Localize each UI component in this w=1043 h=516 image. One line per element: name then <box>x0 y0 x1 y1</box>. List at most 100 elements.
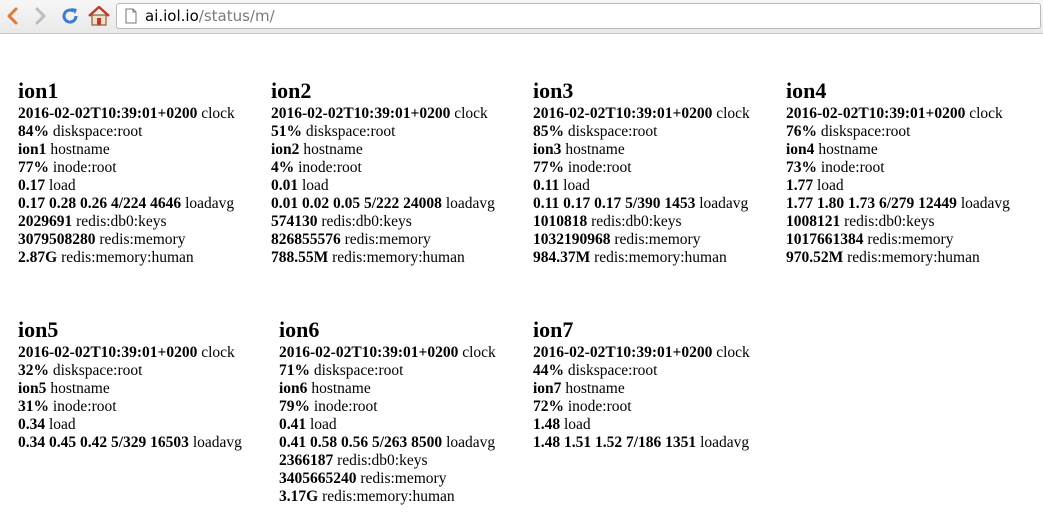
metric-value: 2366187 <box>279 452 334 469</box>
metric-value: ion7 <box>533 380 562 397</box>
metric-row: 0.17 0.28 0.26 4/224 4646 loadavg <box>18 195 235 213</box>
metric-value: 2016-02-02T10:39:01+0200 <box>533 344 713 361</box>
back-button[interactable] <box>0 4 24 28</box>
metric-row: 85% diskspace:root <box>533 123 750 141</box>
metric-label: redis:memory:human <box>61 249 194 266</box>
metric-label: redis:memory <box>614 231 701 248</box>
host-block-ion6: ion6 2016-02-02T10:39:01+0200 clock 71% di… <box>279 318 496 506</box>
metric-row: 970.52M redis:memory:human <box>786 249 1010 267</box>
metric-label: clock <box>716 344 750 361</box>
metric-value: ion1 <box>18 141 47 158</box>
metric-label: hostname <box>565 380 625 397</box>
metric-label: redis:memory <box>360 470 447 487</box>
page-icon <box>125 8 137 24</box>
metric-value: 71% <box>279 362 310 379</box>
metric-row: 788.55M redis:memory:human <box>271 249 495 267</box>
metric-value: 1.77 1.80 1.73 6/279 12449 <box>786 195 957 212</box>
address-bar[interactable]: ai.iol.io/status/m/ <box>116 3 1041 29</box>
metric-label: clock <box>201 344 235 361</box>
metric-value: 85% <box>533 123 564 140</box>
host-block-ion2: ion2 2016-02-02T10:39:01+0200 clock 51% di… <box>271 79 495 267</box>
metric-label: redis:memory <box>867 231 954 248</box>
metric-value: 1017661384 <box>786 231 864 248</box>
metric-value: 76% <box>786 123 817 140</box>
metric-label: loadavg <box>960 195 1010 212</box>
metric-value: 2016-02-02T10:39:01+0200 <box>279 344 459 361</box>
metric-label: clock <box>716 105 750 122</box>
metric-row: 1.48 1.51 1.52 7/186 1351 loadavg <box>533 434 750 452</box>
metric-label: hostname <box>311 380 371 397</box>
metric-label: inode:root <box>298 159 362 176</box>
metric-row: 0.41 load <box>279 416 496 434</box>
metric-label: redis:memory:human <box>322 488 455 505</box>
metric-row: 3.17G redis:memory:human <box>279 488 496 506</box>
metric-row: 77% inode:root <box>18 159 235 177</box>
metric-label: inode:root <box>820 159 885 176</box>
metric-value: 0.17 <box>18 177 46 194</box>
metric-value: 0.17 0.28 0.26 4/224 4646 <box>18 195 182 212</box>
metric-value: 826855576 <box>271 231 341 248</box>
host-block-ion5: ion5 2016-02-02T10:39:01+0200 clock 32% di… <box>18 318 242 452</box>
metric-value: 1010818 <box>533 213 588 230</box>
url-host: ai.iol.io <box>145 7 199 25</box>
metric-value: 4% <box>271 159 295 176</box>
metric-value: 1.48 1.51 1.52 7/186 1351 <box>533 434 697 451</box>
metric-value: 2016-02-02T10:39:01+0200 <box>271 105 451 122</box>
metric-value: 2.87G <box>18 249 58 266</box>
metric-row: 0.34 load <box>18 416 242 434</box>
metric-value: 0.34 0.45 0.42 5/329 16503 <box>18 434 189 451</box>
back-arrow-icon <box>7 7 18 25</box>
metric-value: 984.37M <box>533 249 591 266</box>
metric-value: 77% <box>18 159 49 176</box>
metric-label: diskspace:root <box>820 123 911 140</box>
host-title: ion4 <box>786 78 827 103</box>
metric-value: 3405665240 <box>279 470 357 487</box>
metric-label: redis:memory:human <box>847 249 980 266</box>
metric-value: 0.11 0.17 0.17 5/390 1453 <box>533 195 696 212</box>
url-path: /status/m/ <box>198 7 275 25</box>
metric-value: ion5 <box>18 380 47 397</box>
metric-value: 2029691 <box>18 213 73 230</box>
metric-row: 1008121 redis:db0:keys <box>786 213 1010 231</box>
metric-value: ion2 <box>271 141 300 158</box>
metric-row: 2.87G redis:memory:human <box>18 249 235 267</box>
metric-value: 51% <box>271 123 302 140</box>
host-title: ion1 <box>18 78 59 103</box>
metric-label: clock <box>454 105 488 122</box>
metric-label: loadavg <box>445 195 495 212</box>
metric-row: 1.77 1.80 1.73 6/279 12449 loadavg <box>786 195 1010 213</box>
reload-button[interactable] <box>58 4 82 28</box>
metric-value: 1.48 <box>533 416 561 433</box>
metric-value: 2016-02-02T10:39:01+0200 <box>786 105 966 122</box>
metric-row: 72% inode:root <box>533 398 750 416</box>
metric-row: 1.48 load <box>533 416 750 434</box>
metric-label: redis:db0:keys <box>321 213 412 230</box>
metric-label: diskspace:root <box>52 123 143 140</box>
metric-row: 1017661384 redis:memory <box>786 231 1010 249</box>
metric-row: 44% diskspace:root <box>533 362 750 380</box>
metric-value: 0.01 <box>271 177 299 194</box>
metric-row: 0.11 0.17 0.17 5/390 1453 loadavg <box>533 195 750 213</box>
forward-button[interactable] <box>29 4 53 28</box>
metric-row: 3405665240 redis:memory <box>279 470 496 488</box>
metric-row: 2016-02-02T10:39:01+0200 clock <box>18 344 242 362</box>
metric-label: loadavg <box>192 434 242 451</box>
metric-row: 2016-02-02T10:39:01+0200 clock <box>533 344 750 362</box>
metric-label: loadavg <box>446 434 496 451</box>
metric-row: 71% diskspace:root <box>279 362 496 380</box>
metric-value: 0.41 <box>279 416 307 433</box>
metric-row: 73% inode:root <box>786 159 1010 177</box>
metric-row: ion2 hostname <box>271 141 495 159</box>
metric-value: 574130 <box>271 213 318 230</box>
forward-arrow-icon <box>35 7 46 25</box>
metric-value: 0.34 <box>18 416 46 433</box>
host-title: ion3 <box>533 78 574 103</box>
metric-label: load <box>49 416 76 433</box>
metric-label: load <box>310 416 337 433</box>
metric-row: 2366187 redis:db0:keys <box>279 452 496 470</box>
home-button[interactable] <box>87 4 111 28</box>
metric-label: load <box>563 177 590 194</box>
metric-label: load <box>564 416 591 433</box>
metric-label: hostname <box>565 141 625 158</box>
metric-row: 0.41 0.58 0.56 5/263 8500 loadavg <box>279 434 496 452</box>
